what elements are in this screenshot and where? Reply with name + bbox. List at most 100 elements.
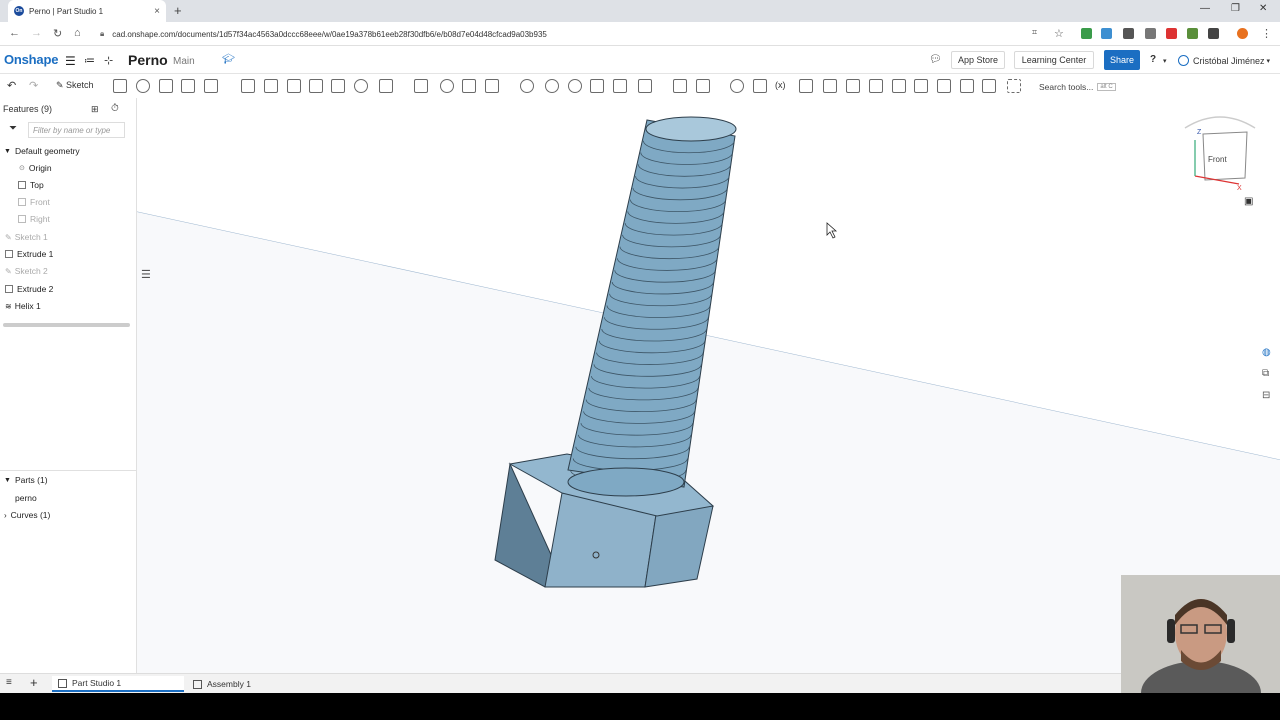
undo-icon[interactable]: ↶ (7, 79, 16, 92)
extension-icon[interactable] (1081, 28, 1092, 39)
rollback-clock-icon[interactable]: ⏱︎ (111, 103, 119, 114)
workspace-label[interactable]: Main (173, 56, 195, 67)
offset-surface-tool-icon[interactable] (613, 79, 627, 93)
variable-icon[interactable]: (x) (775, 80, 786, 90)
fillet-tool-icon[interactable] (241, 79, 255, 93)
feature-item-extrude-2[interactable]: Extrude 2 (5, 284, 53, 294)
replace-face-tool-icon[interactable] (590, 79, 604, 93)
frame-tool-icon[interactable] (823, 79, 837, 93)
filter-icon[interactable]: ⏷ (9, 123, 17, 134)
feature-item-helix-1[interactable]: ≋ Helix 1 (5, 301, 41, 311)
close-tab-icon[interactable]: × (154, 6, 160, 17)
sheet-metal-tool-icon[interactable] (753, 79, 767, 93)
plane-tool-icon[interactable] (638, 79, 652, 93)
shell-tool-icon[interactable] (331, 79, 345, 93)
extension-icon[interactable] (1208, 28, 1219, 39)
modify-fillet-tool-icon[interactable] (545, 79, 559, 93)
sweep-tool-icon[interactable] (159, 79, 173, 93)
mirror-tool-icon[interactable] (414, 79, 428, 93)
feature-list-scrollbar[interactable] (3, 323, 130, 327)
translate-icon[interactable]: ⌗ (1032, 27, 1037, 38)
profile-avatar-icon[interactable] (1237, 28, 1248, 39)
transform-tool-icon[interactable] (485, 79, 499, 93)
feature-list-toggle-icon[interactable]: ☰ (141, 268, 151, 281)
panel-divider[interactable] (0, 470, 137, 471)
feature-item-top[interactable]: Top (18, 180, 44, 190)
boolean-tool-icon[interactable] (440, 79, 454, 93)
custom-feature-icon[interactable] (799, 79, 813, 93)
adblock-icon[interactable] (1166, 28, 1177, 39)
reload-icon[interactable]: ↻ (53, 27, 62, 40)
minimize-icon[interactable]: — (1200, 3, 1210, 14)
close-window-icon[interactable]: ✕ (1259, 3, 1267, 14)
pattern-tool-icon[interactable] (379, 79, 393, 93)
browser-menu-icon[interactable]: ⋮ (1261, 27, 1272, 40)
extrude-tool-icon[interactable] (113, 79, 127, 93)
document-properties-icon[interactable]: ≔ (84, 54, 95, 67)
feature-item-extrude-1[interactable]: Extrude 1 (5, 249, 53, 259)
sketch-button[interactable]: ✎ Sketch (56, 80, 94, 91)
onshape-logo[interactable]: Onshape (4, 52, 58, 67)
browser-tab[interactable]: On Perno | Part Studio 1 × (8, 0, 166, 22)
restore-icon[interactable]: ❐ (1231, 3, 1240, 14)
tab-part-studio-1[interactable]: Part Studio 1 (52, 676, 184, 692)
variables-panel-icon[interactable]: ⊟ (1262, 390, 1270, 401)
tab-assembly-1[interactable]: Assembly 1 (187, 676, 317, 692)
help-icon[interactable]: ? (1150, 54, 1156, 65)
add-tab-icon[interactable]: + (30, 675, 38, 690)
url-field[interactable]: 🔒︎ cad.onshape.com/documents/1d57f34ac45… (100, 26, 1075, 42)
end-cap-tool-icon[interactable] (869, 79, 883, 93)
fill-tool-icon[interactable] (960, 79, 974, 93)
view-cube[interactable]: Z X Front (1175, 110, 1275, 210)
add-custom-tool-icon[interactable] (1007, 79, 1021, 93)
app-store-button[interactable]: App Store (951, 51, 1005, 69)
home-icon[interactable]: ⌂ (74, 27, 81, 39)
parts-folder[interactable]: ▼ Parts (1) (4, 475, 48, 485)
mate-connector-tool-icon[interactable] (673, 79, 687, 93)
document-title[interactable]: Perno (128, 52, 168, 68)
feature-filter-input[interactable]: Filter by name or type (28, 122, 125, 138)
move-face-tool-icon[interactable] (568, 79, 582, 93)
redo-icon[interactable]: ↷ (29, 79, 38, 92)
draft-tool-icon[interactable] (287, 79, 301, 93)
fit-spline-tool-icon[interactable] (730, 79, 744, 93)
appearance-panel-icon[interactable]: ◍ (1262, 347, 1271, 358)
extension-icon[interactable] (1187, 28, 1198, 39)
bookmark-star-icon[interactable]: ☆ (1054, 27, 1064, 40)
insert-icon[interactable]: ⊹ (104, 54, 113, 67)
view-options-icon[interactable]: ▣ (1244, 196, 1253, 207)
extension-icon[interactable] (1123, 28, 1134, 39)
trim-tool-icon[interactable] (846, 79, 860, 93)
feature-item-front[interactable]: Front (18, 197, 50, 207)
gusset-tool-icon[interactable] (892, 79, 906, 93)
feature-item-sketch-2[interactable]: ✎ Sketch 2 (5, 266, 48, 276)
curves-folder[interactable]: › Curves (1) (4, 510, 50, 520)
chamfer-tool-icon[interactable] (264, 79, 278, 93)
tab-manager-icon[interactable]: ≡ (6, 677, 12, 688)
add-folder-icon[interactable]: ⊞ (91, 104, 99, 115)
menu-icon[interactable]: ☰ (65, 54, 76, 68)
loft-tool-icon[interactable] (181, 79, 195, 93)
split-tool-icon[interactable] (462, 79, 476, 93)
configurations-panel-icon[interactable]: ⧉ (1262, 368, 1269, 379)
learning-center-button[interactable]: Learning Center (1014, 51, 1094, 69)
user-menu[interactable]: Cristóbal Jiménez ▾ (1178, 55, 1270, 66)
graphics-viewport[interactable] (136, 98, 1280, 673)
default-geometry-folder[interactable]: ▼ Default geometry (4, 146, 80, 156)
surface-tool-icon[interactable] (914, 79, 928, 93)
extend-tool-icon[interactable] (982, 79, 996, 93)
feature-item-sketch-1[interactable]: ✎ Sketch 1 (5, 232, 48, 242)
education-cap-icon[interactable]: 🎓︎ (222, 54, 235, 65)
forward-icon[interactable]: → (31, 27, 42, 39)
delete-part-tool-icon[interactable] (520, 79, 534, 93)
search-tools-input[interactable]: Search tools... alt C (1035, 79, 1127, 94)
thicken-tool-icon[interactable] (204, 79, 218, 93)
ruled-surface-tool-icon[interactable] (937, 79, 951, 93)
model-canvas[interactable] (136, 98, 1280, 673)
comments-icon[interactable]: 💬︎ (929, 54, 942, 65)
feature-item-origin[interactable]: ⊙ Origin (19, 163, 52, 173)
part-item-perno[interactable]: perno (15, 493, 37, 503)
new-tab-icon[interactable]: + (174, 3, 182, 18)
revolve-tool-icon[interactable] (136, 79, 150, 93)
back-icon[interactable]: ← (9, 27, 20, 39)
